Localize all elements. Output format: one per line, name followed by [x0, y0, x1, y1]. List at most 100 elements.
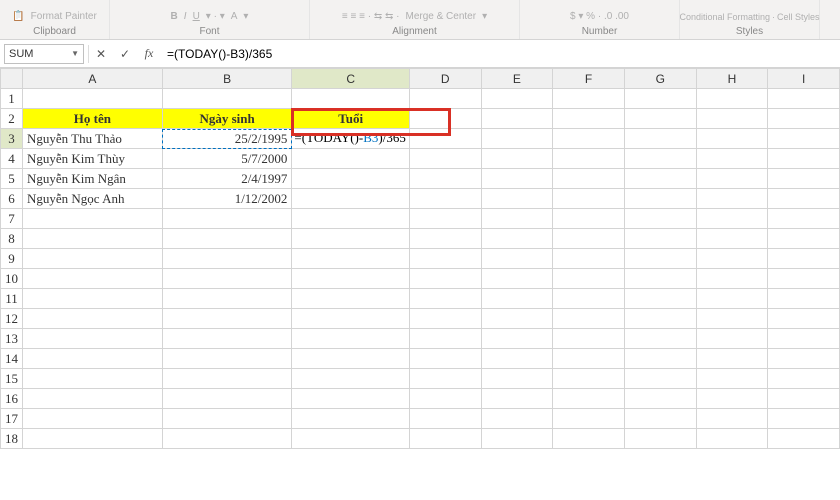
- cell[interactable]: [553, 169, 625, 189]
- cell[interactable]: [481, 429, 553, 449]
- col-header-F[interactable]: F: [553, 69, 625, 89]
- row-header[interactable]: 5: [1, 169, 23, 189]
- cell[interactable]: [409, 109, 481, 129]
- cell[interactable]: [409, 129, 481, 149]
- cell[interactable]: [409, 409, 481, 429]
- cell[interactable]: [23, 389, 163, 409]
- cell[interactable]: [292, 389, 410, 409]
- cell[interactable]: [409, 349, 481, 369]
- cell[interactable]: [696, 189, 768, 209]
- cell[interactable]: [768, 389, 840, 409]
- cell[interactable]: [553, 249, 625, 269]
- cell[interactable]: [553, 429, 625, 449]
- cell[interactable]: [23, 249, 163, 269]
- cell[interactable]: [696, 409, 768, 429]
- cell[interactable]: [23, 89, 163, 109]
- select-all-corner[interactable]: [1, 69, 23, 89]
- cell[interactable]: [409, 229, 481, 249]
- cell[interactable]: [696, 289, 768, 309]
- cell[interactable]: [553, 349, 625, 369]
- cell[interactable]: [624, 389, 696, 409]
- cell[interactable]: [409, 269, 481, 289]
- cell[interactable]: [162, 349, 292, 369]
- cell[interactable]: [481, 329, 553, 349]
- active-cell[interactable]: =(TODAY()-B3)/365: [292, 129, 410, 149]
- cell[interactable]: [624, 269, 696, 289]
- cell[interactable]: [696, 389, 768, 409]
- cell[interactable]: [481, 209, 553, 229]
- cell[interactable]: [481, 369, 553, 389]
- row-header[interactable]: 11: [1, 289, 23, 309]
- cell[interactable]: [624, 229, 696, 249]
- cell[interactable]: [696, 149, 768, 169]
- cell[interactable]: [553, 329, 625, 349]
- cell[interactable]: [481, 349, 553, 369]
- col-header-E[interactable]: E: [481, 69, 553, 89]
- cell[interactable]: [481, 229, 553, 249]
- cell[interactable]: [292, 409, 410, 429]
- cell[interactable]: [768, 229, 840, 249]
- col-header-I[interactable]: I: [768, 69, 840, 89]
- cell[interactable]: [162, 289, 292, 309]
- cell[interactable]: [768, 189, 840, 209]
- cell[interactable]: [162, 209, 292, 229]
- cell[interactable]: [23, 349, 163, 369]
- cell-date[interactable]: 2/4/1997: [162, 169, 292, 189]
- cell[interactable]: [696, 229, 768, 249]
- cell[interactable]: [162, 309, 292, 329]
- cell[interactable]: [481, 109, 553, 129]
- cell[interactable]: [292, 429, 410, 449]
- enter-button[interactable]: ✓: [113, 43, 137, 65]
- cell[interactable]: [409, 429, 481, 449]
- cell[interactable]: [768, 169, 840, 189]
- cell[interactable]: [553, 309, 625, 329]
- cell[interactable]: [162, 89, 292, 109]
- cell[interactable]: [696, 349, 768, 369]
- row-header[interactable]: 4: [1, 149, 23, 169]
- cell[interactable]: [23, 329, 163, 349]
- cell[interactable]: [553, 209, 625, 229]
- cell[interactable]: [162, 269, 292, 289]
- cell-name[interactable]: Nguyễn Kim Thùy: [23, 149, 163, 169]
- fx-button[interactable]: fx: [137, 43, 161, 65]
- header-dob[interactable]: Ngày sinh: [162, 109, 292, 129]
- cell[interactable]: [409, 309, 481, 329]
- cell[interactable]: [553, 369, 625, 389]
- cell[interactable]: [481, 269, 553, 289]
- cell[interactable]: [624, 249, 696, 269]
- cell[interactable]: [624, 329, 696, 349]
- row-header[interactable]: 12: [1, 309, 23, 329]
- cell[interactable]: [768, 209, 840, 229]
- cell[interactable]: [768, 249, 840, 269]
- cell[interactable]: [696, 109, 768, 129]
- row-header[interactable]: 8: [1, 229, 23, 249]
- cell[interactable]: [23, 289, 163, 309]
- cell[interactable]: [768, 309, 840, 329]
- cell-styles-button[interactable]: Cell Styles: [777, 12, 820, 22]
- row-header[interactable]: 18: [1, 429, 23, 449]
- cell[interactable]: [481, 389, 553, 409]
- cell-name[interactable]: Nguyễn Thu Thảo: [23, 129, 163, 149]
- cell[interactable]: [696, 369, 768, 389]
- cell[interactable]: [162, 229, 292, 249]
- cell[interactable]: [292, 289, 410, 309]
- header-age[interactable]: Tuổi: [292, 109, 410, 129]
- cell[interactable]: [768, 289, 840, 309]
- cell[interactable]: [162, 409, 292, 429]
- cell[interactable]: [162, 329, 292, 349]
- paste-icon[interactable]: 📋: [12, 11, 24, 22]
- row-header[interactable]: 13: [1, 329, 23, 349]
- cell[interactable]: [768, 89, 840, 109]
- cell[interactable]: [292, 149, 410, 169]
- cell[interactable]: [409, 249, 481, 269]
- cell[interactable]: [696, 249, 768, 269]
- cell[interactable]: [696, 169, 768, 189]
- cell[interactable]: [624, 149, 696, 169]
- cell[interactable]: [162, 389, 292, 409]
- cell[interactable]: [553, 129, 625, 149]
- cell[interactable]: [292, 229, 410, 249]
- cell[interactable]: [553, 289, 625, 309]
- cell[interactable]: [624, 409, 696, 429]
- col-header-G[interactable]: G: [624, 69, 696, 89]
- cell[interactable]: [292, 369, 410, 389]
